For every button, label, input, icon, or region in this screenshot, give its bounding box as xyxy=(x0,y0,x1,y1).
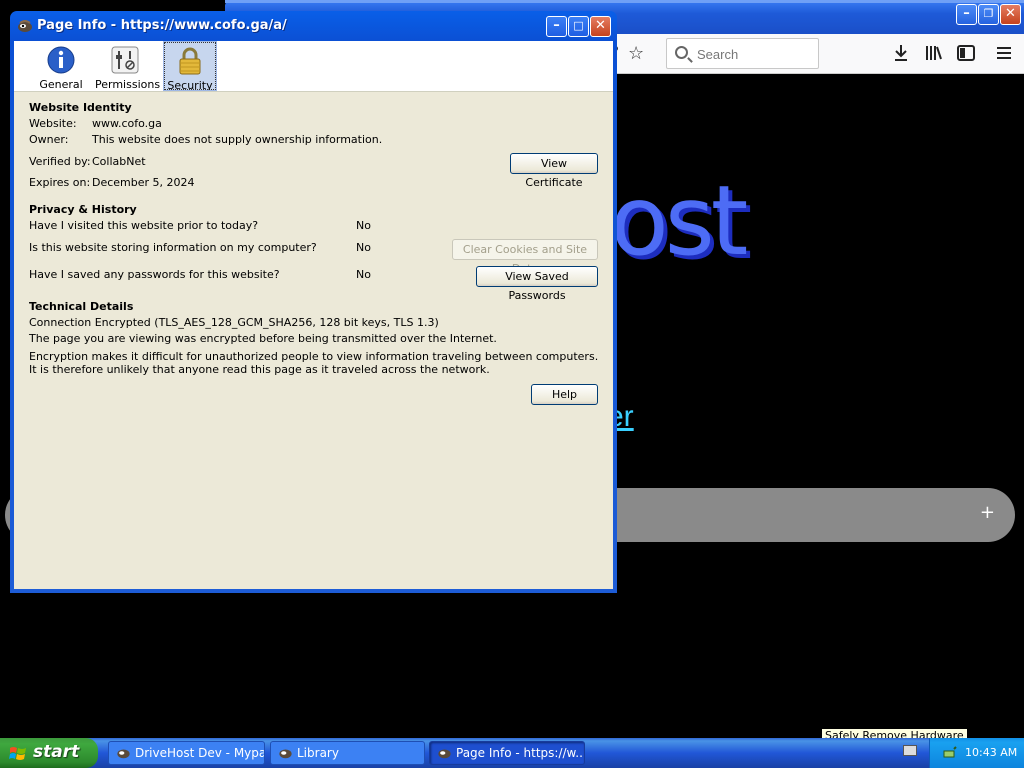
tab-general[interactable]: General xyxy=(33,42,89,91)
passwords-answer: No xyxy=(356,268,371,281)
system-tray: 10:43 AM xyxy=(929,738,1024,768)
tab-general-label: General xyxy=(39,78,83,91)
library-icon[interactable] xyxy=(925,44,943,62)
view-certificate-button[interactable]: View Certificate xyxy=(510,153,598,189)
start-button[interactable]: start xyxy=(0,738,98,768)
owner-value: This website does not supply ownership i… xyxy=(92,133,383,146)
tab-bar: General Permissions Security xyxy=(14,41,613,92)
search-placeholder: Search xyxy=(697,47,739,62)
dialog-title: Page Info - https://www.cofo.ga/a/ xyxy=(37,18,287,33)
encryption-summary: The page you are viewing was encrypted b… xyxy=(29,332,497,345)
search-icon xyxy=(675,46,688,59)
windows-logo-icon xyxy=(9,747,26,760)
maximize-button[interactable]: □ xyxy=(568,16,589,37)
firefox-close-button[interactable]: ✕ xyxy=(1000,4,1021,25)
taskbar-item-label: DriveHost Dev - Mypal xyxy=(135,746,265,760)
keyboard-icon[interactable] xyxy=(903,745,917,756)
view-saved-passwords-button[interactable]: View Saved Passwords xyxy=(476,266,598,302)
expires-label: Expires on: xyxy=(29,176,91,189)
mypal-icon xyxy=(117,749,130,759)
search-input[interactable]: Search xyxy=(666,38,819,69)
website-value: www.cofo.ga xyxy=(92,117,162,130)
taskbar-item-label: Page Info - https://w... xyxy=(456,746,585,760)
verified-value: CollabNet xyxy=(92,155,146,168)
plus-icon[interactable]: + xyxy=(980,502,995,523)
dialog-titlebar[interactable]: Page Info - https://www.cofo.ga/a/ – □ ✕ xyxy=(10,11,617,41)
taskbar: start DriveHost Dev - Mypal Library Page… xyxy=(0,738,1024,768)
clock[interactable]: 10:43 AM xyxy=(965,746,1017,759)
taskbar-item-label: Library xyxy=(297,746,339,760)
app-icon xyxy=(18,20,32,32)
website-label: Website: xyxy=(29,117,77,130)
firefox-restore-button[interactable]: ❐ xyxy=(978,4,999,25)
permissions-icon xyxy=(111,46,139,74)
tab-permissions[interactable]: Permissions xyxy=(95,42,160,91)
visited-answer: No xyxy=(356,219,371,232)
firefox-minimize-button[interactable]: – xyxy=(956,4,977,25)
menu-icon[interactable] xyxy=(997,46,1011,60)
mypal-icon xyxy=(279,749,292,759)
verified-label: Verified by: xyxy=(29,155,91,168)
encryption-explanation: Encryption makes it difficult for unauth… xyxy=(29,350,599,376)
clear-cookies-button[interactable]: Clear Cookies and Site Data xyxy=(452,239,598,275)
dialog-body: General Permissions Security Website Ide… xyxy=(14,41,613,589)
storing-question: Is this website storing information on m… xyxy=(29,241,317,254)
taskbar-item-drivehost[interactable]: DriveHost Dev - Mypal xyxy=(108,741,265,765)
sidebar-icon[interactable] xyxy=(957,45,975,61)
mypal-icon xyxy=(438,749,451,759)
taskbar-item-library[interactable]: Library xyxy=(270,741,425,765)
page-heading: ost xyxy=(610,165,748,277)
lock-icon xyxy=(179,47,201,75)
identity-heading: Website Identity xyxy=(29,101,132,114)
expires-value: December 5, 2024 xyxy=(92,176,195,189)
connection-details: Connection Encrypted (TLS_AES_128_GCM_SH… xyxy=(29,316,439,329)
taskbar-item-page-info[interactable]: Page Info - https://w... xyxy=(429,741,585,765)
technical-heading: Technical Details xyxy=(29,300,134,313)
safely-remove-hardware-icon[interactable] xyxy=(943,746,957,759)
help-button[interactable]: Help xyxy=(531,384,598,405)
storing-answer: No xyxy=(356,241,371,254)
download-icon[interactable] xyxy=(893,44,909,62)
info-icon xyxy=(47,46,75,74)
tab-security-label: Security xyxy=(167,79,213,92)
privacy-heading: Privacy & History xyxy=(29,203,137,216)
page-info-dialog: Page Info - https://www.cofo.ga/a/ – □ ✕… xyxy=(10,11,617,593)
passwords-question: Have I saved any passwords for this webs… xyxy=(29,268,280,281)
bookmark-star-icon[interactable]: ☆ xyxy=(628,43,644,64)
minimize-button[interactable]: – xyxy=(546,16,567,37)
owner-label: Owner: xyxy=(29,133,69,146)
tab-permissions-label: Permissions xyxy=(95,78,161,91)
close-button[interactable]: ✕ xyxy=(590,16,611,37)
visited-question: Have I visited this website prior to tod… xyxy=(29,219,259,232)
tab-security[interactable]: Security xyxy=(163,41,217,92)
start-label: start xyxy=(33,742,80,762)
